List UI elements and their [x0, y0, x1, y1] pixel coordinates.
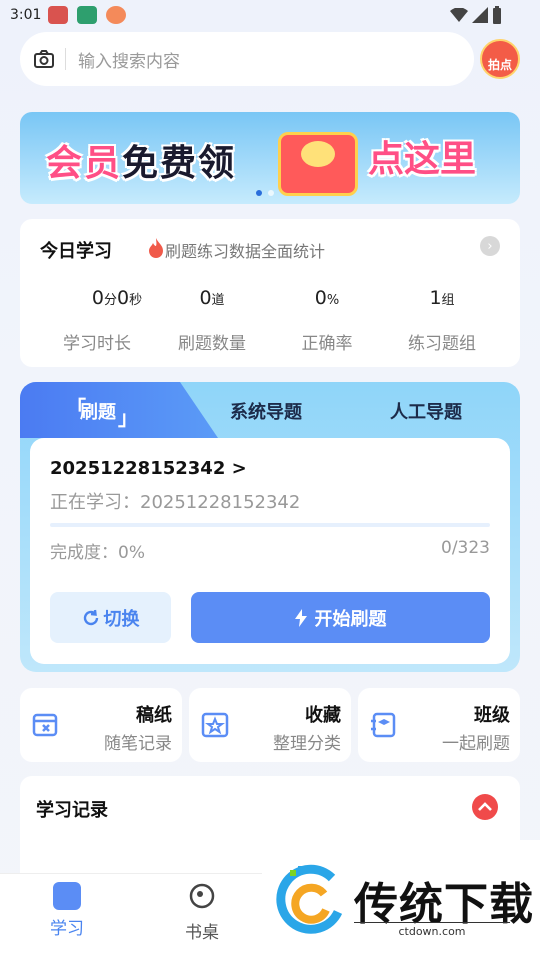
battery-icon — [493, 6, 501, 24]
search-divider — [65, 48, 66, 70]
stat-unit: 分 — [103, 293, 117, 308]
stat-question-groups: 1组 — [382, 287, 502, 309]
camera-icon[interactable] — [32, 47, 56, 71]
status-bar: 3:01 — [0, 0, 540, 30]
start-practice-label: 开始刷题 — [314, 608, 387, 630]
class-icon — [371, 712, 396, 738]
status-time: 3:01 — [10, 7, 42, 23]
start-practice-button[interactable]: 开始刷题 — [191, 592, 490, 643]
promo-banner[interactable]: 会员免费领 点这里 — [20, 112, 520, 204]
today-study-card[interactable]: 今日学习 刷题练习数据全面统计 › 0分0秒 学习时长 0道 刷题数量 0% 正… — [20, 219, 520, 367]
today-title: 今日学习 — [40, 241, 112, 262]
banner-headline-a: 会员 — [46, 143, 123, 184]
stat-value: 0 — [314, 287, 327, 309]
tab-bracket-right: 」 — [118, 406, 138, 430]
stat-accuracy: 0% — [267, 287, 387, 309]
tool-title: 收藏 — [305, 705, 341, 726]
notification-heart-icon — [106, 6, 126, 24]
tool-title: 稿纸 — [136, 705, 172, 726]
tool-favorites[interactable]: 收藏 整理分类 — [189, 688, 351, 762]
tool-draft[interactable]: 稿纸 随笔记录 — [20, 688, 182, 762]
switch-label: 切换 — [103, 608, 140, 630]
completion-label: 完成度：0% — [50, 543, 145, 563]
current-study-card: 20251228152342 > 正在学习：20251228152342 完成度… — [30, 438, 510, 664]
banner-dot[interactable] — [256, 190, 262, 196]
gift-box-icon — [278, 132, 358, 196]
progress-bar — [50, 523, 490, 527]
lightning-icon — [294, 608, 307, 627]
tab-system-import[interactable]: 系统导题 — [230, 398, 302, 424]
stat-label: 正确率 — [301, 334, 353, 354]
stat-question-count: 0道 — [152, 287, 272, 309]
fire-icon — [149, 238, 163, 258]
switch-button[interactable]: 切换 — [50, 592, 171, 643]
stat-unit: 组 — [441, 293, 455, 308]
chevron-up-icon[interactable] — [472, 794, 498, 820]
stat-value: 0 — [117, 287, 130, 309]
refresh-icon — [83, 609, 98, 625]
tool-class[interactable]: 班级 一起刷题 — [358, 688, 520, 762]
tool-title: 班级 — [474, 705, 510, 726]
stat-unit: % — [326, 293, 340, 308]
photo-search-label: 拍点 — [487, 58, 512, 72]
status-indicators — [450, 6, 502, 24]
banner-headline: 会员免费领 — [46, 134, 236, 186]
tool-subtitle: 一起刷题 — [442, 734, 510, 754]
wifi-icon — [450, 8, 468, 22]
tab-manual-import[interactable]: 人工导题 — [390, 398, 462, 424]
stat-unit: 秒 — [129, 293, 143, 308]
banner-pagination — [256, 190, 274, 196]
photo-search-button[interactable]: 拍点 — [480, 39, 520, 79]
notification-app-icon — [48, 6, 68, 24]
banner-headline-c: 领 — [198, 143, 237, 184]
studying-label: 正在学习：20251228152342 — [50, 492, 301, 513]
banner-headline-b: 免费 — [122, 143, 199, 184]
signal-icon — [472, 7, 488, 23]
banner-dot[interactable] — [268, 190, 274, 196]
progress-count: 0/323 — [441, 538, 490, 558]
nav-desk[interactable]: 书桌 — [162, 882, 242, 943]
nav-study[interactable]: 学习 — [27, 882, 107, 939]
stat-label: 练习题组 — [408, 334, 476, 354]
chevron-right-icon[interactable]: › — [480, 236, 500, 256]
draft-icon — [32, 713, 58, 737]
notification-app-icon — [77, 6, 97, 24]
tool-subtitle: 随笔记录 — [104, 734, 172, 754]
star-icon — [201, 712, 229, 738]
nav-label: 学习 — [50, 919, 84, 939]
watermark: 传统下载 ctdown.com — [262, 840, 540, 960]
stat-label: 刷题数量 — [178, 334, 246, 354]
stat-value: 1 — [429, 287, 442, 309]
today-subtitle: 刷题练习数据全面统计 — [165, 242, 326, 261]
stat-value: 0 — [91, 287, 104, 309]
study-record-title: 学习记录 — [36, 800, 108, 821]
watermark-logo-icon — [276, 864, 343, 934]
tab-practice[interactable]: 刷题 — [80, 398, 116, 424]
question-set-link[interactable]: 20251228152342 > — [50, 458, 247, 479]
nav-label: 书桌 — [185, 923, 219, 943]
stat-label: 学习时长 — [63, 334, 131, 354]
banner-cta: 点这里 — [368, 139, 477, 180]
desk-icon — [189, 883, 215, 909]
watermark-url: ctdown.com — [354, 922, 510, 938]
practice-panel: 「 刷题 」 系统导题 人工导题 20251228152342 > 正在学习：2… — [20, 382, 520, 672]
tool-subtitle: 整理分类 — [273, 734, 341, 754]
search-bar[interactable]: 输入搜索内容 — [20, 32, 474, 86]
search-input[interactable]: 输入搜索内容 — [78, 47, 180, 72]
study-icon — [53, 882, 81, 910]
stat-unit: 道 — [211, 293, 225, 308]
stat-value: 0 — [199, 287, 212, 309]
